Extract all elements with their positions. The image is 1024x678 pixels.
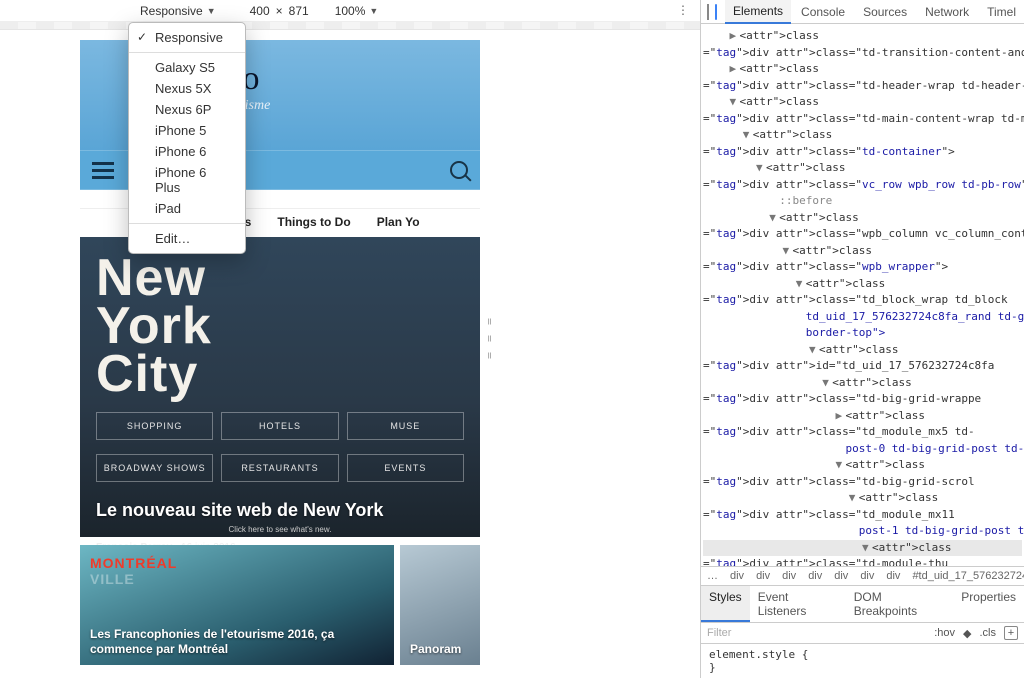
- hero-subtitle: Click here to see what's new.: [96, 525, 464, 534]
- tab-network[interactable]: Network: [917, 1, 977, 23]
- tab-sources[interactable]: Sources: [855, 1, 915, 23]
- card-title: Les Francophonies de l'etourisme 2016, ç…: [90, 627, 384, 657]
- zoom-value: 100%: [335, 4, 366, 18]
- hero-headline-l1: New: [96, 255, 464, 303]
- kebab-menu-icon[interactable]: ⋮: [677, 3, 690, 17]
- article-card-panorama[interactable]: Panoram: [400, 545, 480, 665]
- tab-plan[interactable]: Plan Yo: [377, 215, 420, 229]
- hamburger-icon[interactable]: [92, 162, 114, 179]
- hero-cat: MUSE: [347, 412, 464, 440]
- hov-toggle[interactable]: :hov: [934, 627, 955, 639]
- dom-tree[interactable]: ▶<attr">class="tag">div attr">class="td-…: [701, 24, 1024, 566]
- device-menu-item[interactable]: Responsive: [129, 27, 245, 48]
- device-menu-edit[interactable]: Edit…: [129, 228, 245, 249]
- hero-cat: EVENTS: [347, 454, 464, 482]
- device-menu: Responsive Galaxy S5 Nexus 5X Nexus 6P i…: [128, 22, 246, 254]
- hero-cat: HOTELS: [221, 412, 338, 440]
- hero-cat: SHOPPING: [96, 412, 213, 440]
- times-glyph: ×: [276, 4, 283, 18]
- device-mode-icon[interactable]: [715, 4, 717, 20]
- hero-cat: RESTAURANTS: [221, 454, 338, 482]
- zoom-select[interactable]: 100% ▼: [335, 4, 379, 18]
- viewport-width[interactable]: 400: [250, 4, 270, 18]
- breadcrumb[interactable]: … div div div div div div div #td_uid_17…: [701, 566, 1024, 585]
- inspect-icon[interactable]: [707, 4, 709, 20]
- viewport-height[interactable]: 871: [289, 4, 309, 18]
- device-label: Responsive: [140, 4, 203, 18]
- new-style-rule-button[interactable]: +: [1004, 626, 1018, 640]
- device-menu-item[interactable]: iPhone 6: [129, 141, 245, 162]
- device-menu-item[interactable]: iPhone 5: [129, 120, 245, 141]
- device-menu-item[interactable]: Galaxy S5: [129, 57, 245, 78]
- tab-timeline[interactable]: Timel: [979, 1, 1024, 23]
- tab-properties[interactable]: Properties: [953, 586, 1024, 622]
- device-select[interactable]: Responsive ▼: [140, 4, 216, 18]
- tab-things[interactable]: Things to Do: [277, 215, 350, 229]
- tab-elements[interactable]: Elements: [725, 0, 791, 24]
- hero-article[interactable]: New York City SHOPPING HOTELS MUSE BROAD…: [80, 237, 480, 537]
- device-menu-item[interactable]: iPhone 6 Plus: [129, 162, 245, 198]
- device-menu-item[interactable]: Nexus 6P: [129, 99, 245, 120]
- hero-cat: BROADWAY SHOWS: [96, 454, 213, 482]
- article-card-montreal[interactable]: MONTRÉAL VILLE Les Francophonies de l'et…: [80, 545, 394, 665]
- cls-toggle[interactable]: .cls: [980, 627, 997, 639]
- tab-event-listeners[interactable]: Event Listeners: [750, 586, 846, 622]
- device-menu-item[interactable]: Nexus 5X: [129, 78, 245, 99]
- tab-console[interactable]: Console: [793, 1, 853, 23]
- chevron-down-icon: ▼: [369, 6, 378, 16]
- card-title: Panoram: [410, 642, 470, 657]
- hero-headline-l3: City: [96, 351, 464, 399]
- breakpoint-ruler: [0, 22, 700, 30]
- device-menu-item[interactable]: iPad: [129, 198, 245, 219]
- resize-handle[interactable]: ||||||: [488, 319, 494, 359]
- styles-pane[interactable]: element.style { }: [701, 644, 1024, 678]
- search-icon[interactable]: [450, 161, 468, 179]
- pin-icon[interactable]: ◆: [963, 627, 971, 640]
- hero-headline-l2: York: [96, 303, 464, 351]
- tab-styles[interactable]: Styles: [701, 586, 750, 622]
- styles-filter-input[interactable]: Filter: [707, 627, 731, 639]
- chevron-down-icon: ▼: [207, 6, 216, 16]
- tab-dom-breakpoints[interactable]: DOM Breakpoints: [846, 586, 954, 622]
- hero-title: Le nouveau site web de New York: [96, 500, 464, 521]
